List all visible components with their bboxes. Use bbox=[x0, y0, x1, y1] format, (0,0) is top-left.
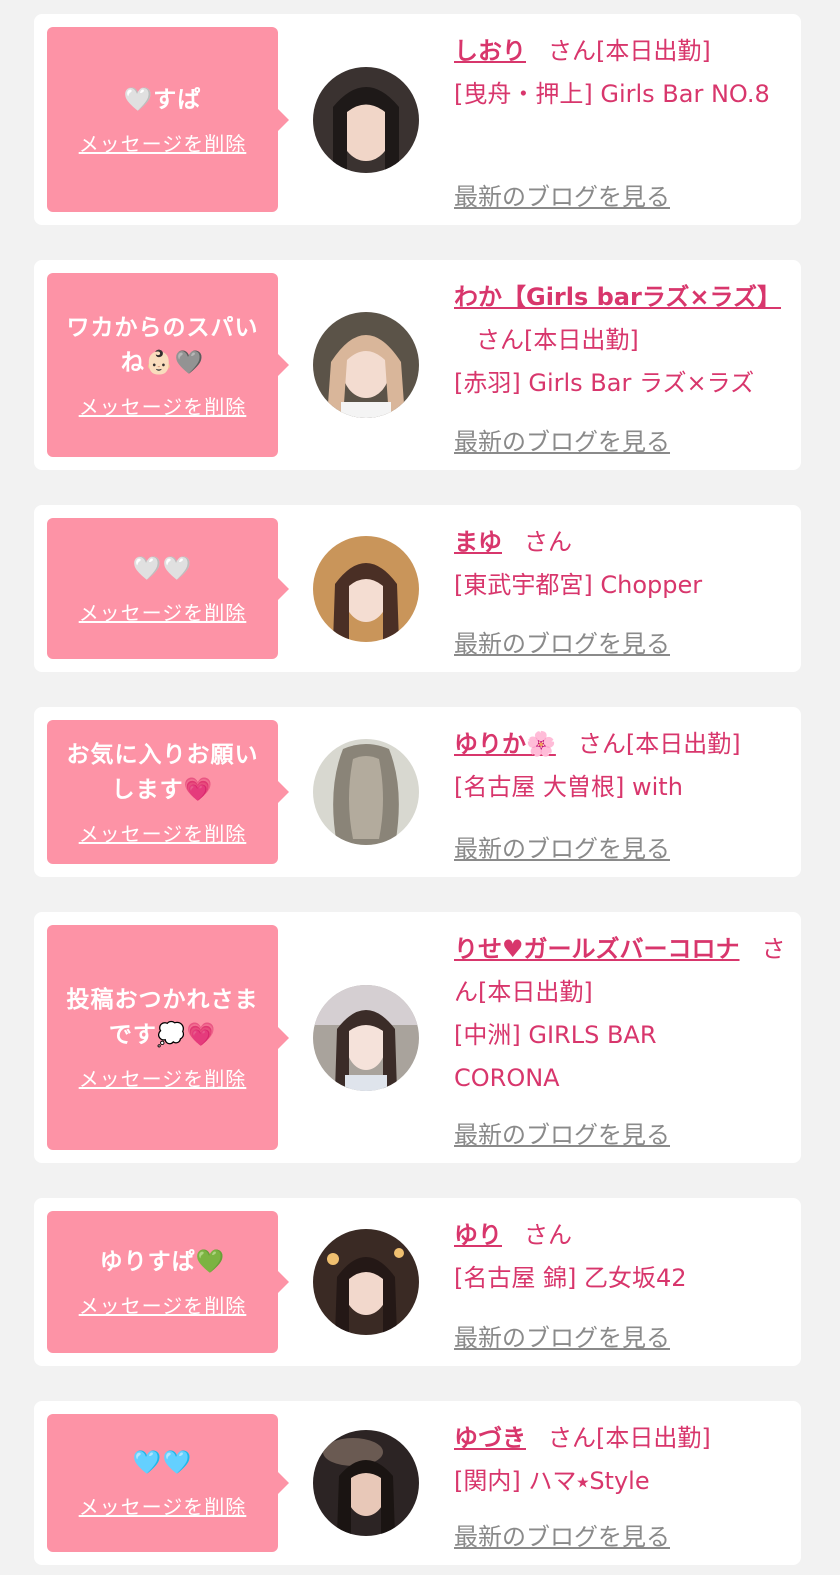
avatar[interactable] bbox=[313, 1430, 419, 1536]
latest-blog-link[interactable]: 最新のブログを見る bbox=[454, 624, 670, 659]
message-text: 🤍すぱ bbox=[123, 86, 202, 113]
favorites-list: 🤍すぱ メッセージを削除 しおり さん[本日出勤] [曳舟・押上] Girls B… bbox=[0, 0, 840, 1565]
message-bubble: 🩵🩵 メッセージを削除 bbox=[47, 1414, 289, 1552]
shop-name: [中洲] GIRLS BAR CORONA bbox=[454, 1021, 657, 1092]
cast-info: りせ♥ガールズバーコロナ さん[本日出勤] [中洲] GIRLS BAR CORO… bbox=[454, 928, 791, 1100]
favorite-card: 🩵🩵 メッセージを削除 ゆづき さん[本日出勤] [関内] ハマ⭑Style 最新… bbox=[34, 1401, 801, 1565]
status-badge: [本日出勤] bbox=[478, 978, 593, 1006]
favorite-card: お気に入りお願いします💗 メッセージを削除 ゆりか🌸 さん[本日出勤] [名古屋 … bbox=[34, 707, 801, 877]
delete-message-link[interactable]: メッセージを削除 bbox=[79, 1491, 247, 1520]
favorite-card: 🤍🤍 メッセージを削除 まゆ さん [東武宇都宮] Chopper 最新のブログを… bbox=[34, 505, 801, 672]
shop-name: [赤羽] Girls Bar ラズ×ラズ bbox=[454, 369, 755, 397]
honorific: さん bbox=[548, 37, 596, 65]
message-bubble: 🤍🤍 メッセージを削除 bbox=[47, 518, 289, 659]
cast-info: まゆ さん [東武宇都宮] Chopper bbox=[454, 521, 791, 607]
message-bubble: 🤍すぱ メッセージを削除 bbox=[47, 27, 289, 212]
shop-name: [東武宇都宮] Chopper bbox=[454, 571, 703, 599]
latest-blog-link[interactable]: 最新のブログを見る bbox=[454, 1517, 670, 1552]
shop-name: [名古屋 大曽根] with bbox=[454, 773, 683, 801]
shop-name: [名古屋 錦] 乙女坂42 bbox=[454, 1264, 687, 1292]
honorific: さん bbox=[524, 528, 572, 556]
message-text: お気に入りお願いします💗 bbox=[66, 741, 259, 803]
message-text: 🩵🩵 bbox=[132, 1450, 193, 1476]
latest-blog-link[interactable]: 最新のブログを見る bbox=[454, 1318, 670, 1353]
latest-blog-link[interactable]: 最新のブログを見る bbox=[454, 177, 670, 212]
message-bubble: お気に入りお願いします💗 メッセージを削除 bbox=[47, 720, 289, 864]
status-badge: [本日出勤] bbox=[625, 730, 741, 758]
delete-message-link[interactable]: メッセージを削除 bbox=[79, 128, 247, 157]
cast-name-link[interactable]: わか【Girls barラズ×ラズ】 bbox=[454, 283, 781, 311]
cast-info: ゆづき さん[本日出勤] [関内] ハマ⭑Style bbox=[454, 1417, 791, 1503]
status-badge: [本日出勤] bbox=[596, 37, 711, 65]
cast-info: しおり さん[本日出勤] [曳舟・押上] Girls Bar NO.8 bbox=[454, 30, 791, 116]
avatar[interactable] bbox=[313, 535, 419, 642]
latest-blog-link[interactable]: 最新のブログを見る bbox=[454, 422, 670, 457]
favorite-card: 🤍すぱ メッセージを削除 しおり さん[本日出勤] [曳舟・押上] Girls B… bbox=[34, 14, 801, 225]
cast-name-link[interactable]: りせ♥ガールズバーコロナ bbox=[454, 935, 740, 963]
message-bubble: ゆりすぱ💚 メッセージを削除 bbox=[47, 1211, 289, 1353]
favorite-card: 投稿おつかれさまです💭💗 メッセージを削除 りせ♥ガールズバーコロナ さん[本日出… bbox=[34, 912, 801, 1163]
message-text: ゆりすぱ💚 bbox=[99, 1249, 226, 1275]
latest-blog-link[interactable]: 最新のブログを見る bbox=[454, 1115, 670, 1150]
delete-message-link[interactable]: メッセージを削除 bbox=[79, 1063, 247, 1092]
avatar[interactable] bbox=[313, 1229, 419, 1335]
shop-name: [曳舟・押上] Girls Bar NO.8 bbox=[454, 80, 770, 108]
message-bubble: 投稿おつかれさまです💭💗 メッセージを削除 bbox=[47, 925, 289, 1150]
shop-name: [関内] ハマ⭑Style bbox=[454, 1467, 650, 1495]
cast-info: ゆり さん [名古屋 錦] 乙女坂42 bbox=[454, 1214, 791, 1300]
favorite-card: ゆりすぱ💚 メッセージを削除 ゆり さん [名古屋 錦] 乙女坂42 最新のブログ… bbox=[34, 1198, 801, 1366]
honorific: さん bbox=[476, 326, 524, 354]
delete-message-link[interactable]: メッセージを削除 bbox=[79, 818, 247, 847]
delete-message-link[interactable]: メッセージを削除 bbox=[79, 597, 247, 626]
honorific: さん bbox=[577, 730, 626, 758]
message-bubble: ワカからのスパいね👶🏻🩶 メッセージを削除 bbox=[47, 273, 289, 457]
message-text: 投稿おつかれさまです💭💗 bbox=[66, 987, 259, 1048]
cast-name-link[interactable]: ゆり bbox=[454, 1221, 502, 1249]
favorite-card: ワカからのスパいね👶🏻🩶 メッセージを削除 わか【Girls barラズ×ラズ】… bbox=[34, 260, 801, 470]
delete-message-link[interactable]: メッセージを削除 bbox=[79, 391, 247, 420]
honorific: さん bbox=[548, 1424, 596, 1452]
cast-info: ゆりか🌸 さん[本日出勤] [名古屋 大曽根] with bbox=[454, 723, 791, 809]
avatar[interactable] bbox=[313, 312, 419, 418]
cast-name-link[interactable]: まゆ bbox=[454, 528, 502, 556]
message-text: 🤍🤍 bbox=[132, 555, 193, 582]
status-badge: [本日出勤] bbox=[524, 326, 639, 354]
avatar[interactable] bbox=[313, 66, 419, 173]
cast-name-link[interactable]: しおり bbox=[454, 37, 526, 65]
cast-info: わか【Girls barラズ×ラズ】さん[本日出勤] [赤羽] Girls Ba… bbox=[454, 276, 791, 405]
delete-message-link[interactable]: メッセージを削除 bbox=[79, 1290, 247, 1319]
cast-name-link[interactable]: ゆづき bbox=[454, 1424, 526, 1452]
status-badge: [本日出勤] bbox=[596, 1424, 711, 1452]
honorific: さん bbox=[524, 1221, 572, 1249]
avatar[interactable] bbox=[313, 984, 419, 1091]
message-text: ワカからのスパいね👶🏻🩶 bbox=[66, 314, 259, 376]
avatar[interactable] bbox=[313, 739, 419, 845]
cast-name-link[interactable]: ゆりか🌸 bbox=[454, 730, 556, 758]
latest-blog-link[interactable]: 最新のブログを見る bbox=[454, 829, 670, 864]
